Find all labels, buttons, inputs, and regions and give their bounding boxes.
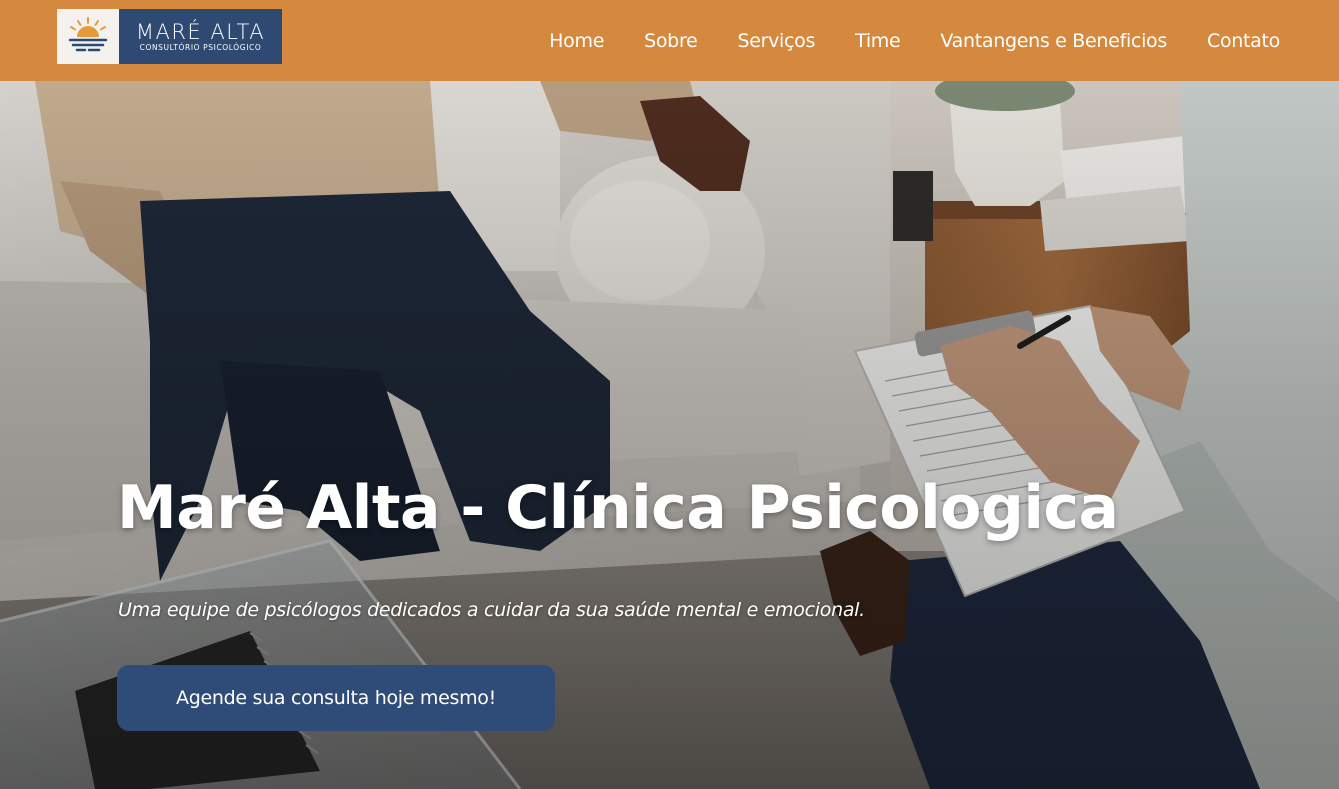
brand-text: MARÉ ALTA Consultório Psicológico [119, 9, 282, 64]
brand-logo[interactable]: MARÉ ALTA Consultório Psicológico [57, 9, 282, 64]
hero-section: Maré Alta - Clínica Psicologica Uma equi… [0, 81, 1339, 789]
schedule-appointment-button[interactable]: Agende sua consulta hoje mesmo! [117, 665, 555, 731]
nav-sobre[interactable]: Sobre [644, 30, 698, 52]
hero-subtitle: Uma equipe de psicólogos dedicados a cui… [118, 599, 865, 621]
navbar: MARÉ ALTA Consultório Psicológico Home S… [0, 0, 1339, 81]
brand-title: MARÉ ALTA [135, 20, 266, 45]
main-nav: Home Sobre Serviços Time Vantangens e Be… [549, 0, 1280, 81]
sunset-waves-icon [57, 9, 119, 64]
nav-contato[interactable]: Contato [1207, 30, 1280, 52]
nav-time[interactable]: Time [855, 30, 901, 52]
nav-vantagens[interactable]: Vantangens e Beneficios [940, 30, 1167, 52]
nav-servicos[interactable]: Serviços [737, 30, 815, 52]
hero-title: Maré Alta - Clínica Psicologica [117, 473, 1119, 543]
brand-subtitle: Consultório Psicológico [139, 43, 262, 53]
nav-home[interactable]: Home [549, 30, 604, 52]
